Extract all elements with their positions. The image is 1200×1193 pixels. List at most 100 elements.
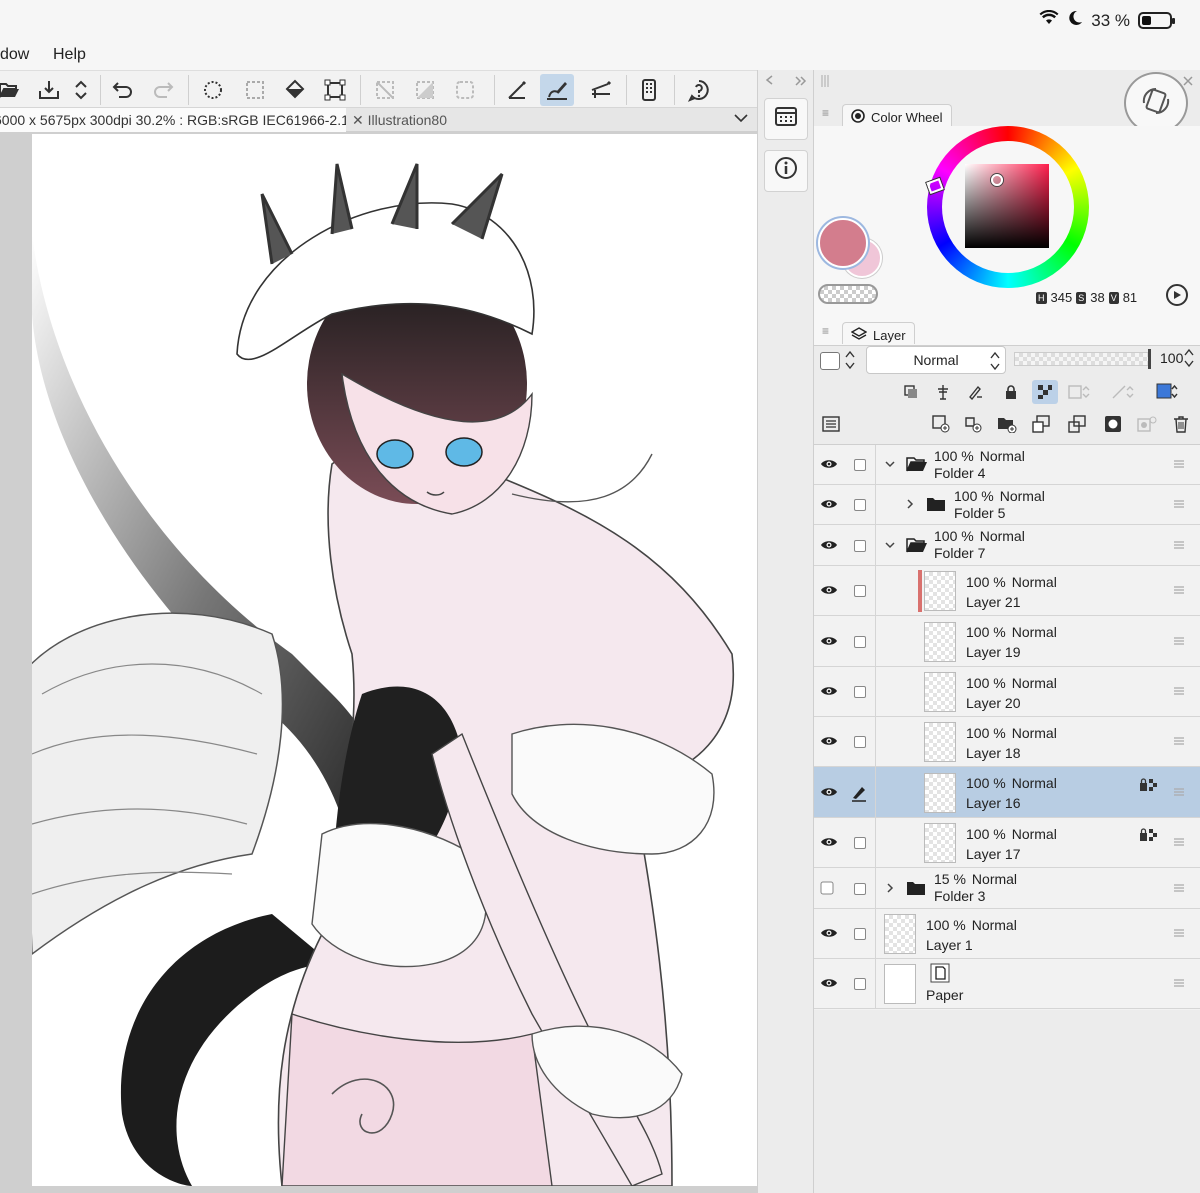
layer-color-checkbox[interactable] bbox=[820, 352, 840, 370]
drag-handle-icon[interactable] bbox=[1173, 634, 1185, 650]
close-icon[interactable]: ✕ bbox=[352, 112, 364, 128]
drag-handle-icon[interactable] bbox=[1173, 583, 1185, 599]
chevron-down-icon[interactable] bbox=[733, 109, 749, 130]
layer-row[interactable]: 100 % Normal Layer 1 bbox=[814, 909, 1200, 959]
info-button[interactable] bbox=[764, 150, 808, 192]
chevron-right-icon[interactable] bbox=[904, 498, 916, 513]
deselect-icon[interactable] bbox=[448, 74, 482, 106]
drag-handle-icon[interactable] bbox=[1173, 734, 1185, 750]
layer-grip-icon[interactable]: ≡ bbox=[822, 324, 829, 338]
layer-color-icon[interactable] bbox=[1154, 380, 1180, 404]
tab-layer[interactable]: Layer bbox=[842, 322, 915, 344]
opacity-slider[interactable] bbox=[1014, 349, 1151, 369]
drag-handle-icon[interactable] bbox=[1173, 538, 1185, 554]
layer-checkbox[interactable] bbox=[854, 540, 866, 552]
menu-window[interactable]: dow bbox=[0, 46, 29, 64]
opacity-stepper-icon[interactable] bbox=[1183, 346, 1195, 375]
eye-hidden-icon[interactable] bbox=[820, 881, 840, 897]
create-mask-icon[interactable] bbox=[1100, 412, 1126, 436]
clear-icon[interactable] bbox=[368, 74, 402, 106]
stabilizer-brush-icon[interactable] bbox=[540, 74, 574, 106]
eye-icon[interactable] bbox=[820, 497, 840, 513]
layer-row[interactable]: Paper bbox=[814, 959, 1200, 1009]
eye-icon[interactable] bbox=[820, 734, 840, 750]
fill-icon[interactable] bbox=[278, 74, 312, 106]
new-raster-layer-icon[interactable] bbox=[928, 412, 954, 436]
layer-checkbox[interactable] bbox=[854, 837, 866, 849]
chevron-right-icon[interactable] bbox=[884, 882, 896, 897]
eye-icon[interactable] bbox=[820, 976, 840, 992]
chevron-down-icon[interactable] bbox=[884, 458, 896, 473]
select-all-icon[interactable] bbox=[238, 74, 272, 106]
layer-checkbox[interactable] bbox=[854, 883, 866, 895]
drag-handle-icon[interactable] bbox=[1173, 881, 1185, 897]
layer-checkbox[interactable] bbox=[854, 978, 866, 990]
eye-icon[interactable] bbox=[820, 634, 840, 650]
layer-checkbox[interactable] bbox=[854, 686, 866, 698]
layer-checkbox[interactable] bbox=[854, 636, 866, 648]
lock-icon[interactable] bbox=[998, 380, 1024, 404]
eye-icon[interactable] bbox=[820, 835, 840, 851]
drag-handle-icon[interactable] bbox=[1173, 785, 1185, 801]
tab-current-canvas[interactable]: 6000 x 5675px 300dpi 30.2% : RGB:sRGB IE… bbox=[0, 108, 346, 132]
layer-checkbox[interactable] bbox=[854, 459, 866, 471]
layer-folder-row[interactable]: 100 % Normal Folder 5 bbox=[814, 485, 1200, 525]
apply-mask-icon[interactable] bbox=[1134, 412, 1160, 436]
eye-icon[interactable] bbox=[820, 538, 840, 554]
layer-checkbox[interactable] bbox=[854, 585, 866, 597]
layer-folder-row[interactable]: 15 % Normal Folder 3 bbox=[814, 868, 1200, 909]
brush-size-icon[interactable] bbox=[196, 74, 230, 106]
fill-selection-icon[interactable] bbox=[408, 74, 442, 106]
help-icon[interactable] bbox=[682, 74, 716, 106]
main-color-swatch[interactable] bbox=[818, 218, 868, 268]
merge-to-lower-icon[interactable] bbox=[1064, 412, 1090, 436]
opacity-slider-thumb[interactable] bbox=[1148, 349, 1151, 369]
draft-layer-icon[interactable] bbox=[962, 380, 988, 404]
eye-icon[interactable] bbox=[820, 684, 840, 700]
trash-icon[interactable] bbox=[1168, 412, 1194, 436]
ruler-enable-icon[interactable] bbox=[1110, 380, 1136, 404]
layer-row[interactable]: 100 % Normal Layer 17 bbox=[814, 818, 1200, 868]
layer-row[interactable]: 100 % Normal Layer 21 bbox=[814, 566, 1200, 616]
drag-handle-icon[interactable] bbox=[1173, 835, 1185, 851]
sv-cursor[interactable] bbox=[991, 174, 1003, 186]
layer-checkbox[interactable] bbox=[854, 736, 866, 748]
collapse-left-icon[interactable] bbox=[764, 74, 774, 89]
layer-row[interactable]: 100 % Normal Layer 16 bbox=[814, 767, 1200, 818]
canvas[interactable] bbox=[32, 134, 757, 1186]
panel-handle-icon[interactable] bbox=[820, 74, 830, 93]
drag-handle-icon[interactable] bbox=[1173, 926, 1185, 942]
reorder-icon[interactable] bbox=[64, 74, 98, 106]
eye-icon[interactable] bbox=[820, 457, 840, 473]
perspective-ruler-icon[interactable] bbox=[584, 74, 618, 106]
layer-folder-row[interactable]: 100 % Normal Folder 7 bbox=[814, 525, 1200, 566]
lock-transparency-icon[interactable] bbox=[1032, 380, 1058, 404]
tab-illustration80[interactable]: ✕ Illustration80 bbox=[352, 112, 447, 129]
drag-handle-icon[interactable] bbox=[1173, 497, 1185, 513]
navigator-button[interactable] bbox=[764, 98, 808, 140]
drag-handle-icon[interactable] bbox=[1173, 976, 1185, 992]
layer-row[interactable]: 100 % Normal Layer 19 bbox=[814, 616, 1200, 667]
open-icon[interactable] bbox=[0, 74, 26, 106]
stepper-icon[interactable] bbox=[844, 348, 856, 377]
layer-checkbox[interactable] bbox=[854, 499, 866, 511]
redo-icon[interactable] bbox=[146, 74, 180, 106]
clip-to-below-icon[interactable] bbox=[898, 380, 924, 404]
layer-row[interactable]: 100 % Normal Layer 18 bbox=[814, 717, 1200, 767]
drag-handle-icon[interactable] bbox=[1173, 457, 1185, 473]
device-icon[interactable] bbox=[632, 74, 666, 106]
panel-close-icon[interactable] bbox=[1182, 74, 1194, 92]
new-folder-icon[interactable] bbox=[994, 412, 1020, 436]
chevron-down-icon[interactable] bbox=[884, 539, 896, 554]
save-icon[interactable] bbox=[32, 74, 66, 106]
pen-icon[interactable] bbox=[850, 784, 868, 807]
reference-layer-icon[interactable] bbox=[930, 380, 956, 404]
mask-enable-icon[interactable] bbox=[1066, 380, 1092, 404]
undo-icon[interactable] bbox=[106, 74, 140, 106]
eye-icon[interactable] bbox=[820, 785, 840, 801]
transfer-to-lower-icon[interactable] bbox=[1028, 412, 1054, 436]
canvas-area[interactable] bbox=[0, 132, 757, 1193]
grip-icon[interactable]: ≡ bbox=[822, 106, 829, 120]
transparent-color-swatch[interactable] bbox=[818, 284, 878, 304]
saturation-value-square[interactable] bbox=[965, 164, 1049, 248]
